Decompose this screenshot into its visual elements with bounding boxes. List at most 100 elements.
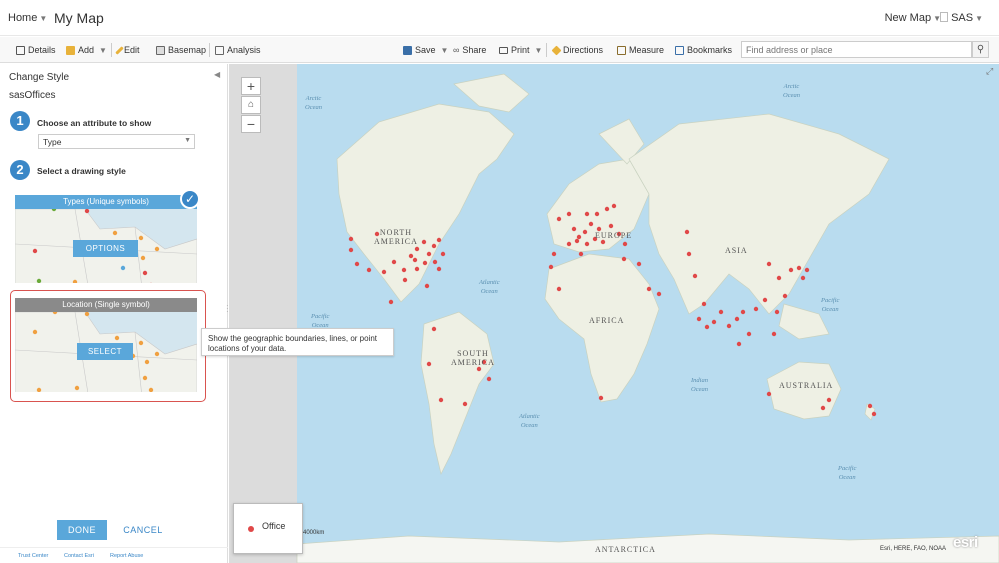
analysis-label: Analysis [227, 45, 261, 55]
label-arctic-ocean-left: Arctic Ocean [305, 95, 322, 111]
options-button[interactable]: OPTIONS [73, 240, 138, 257]
attribute-select[interactable]: Type ▼ [38, 134, 195, 149]
share-button[interactable]: ∞ Share [453, 45, 486, 55]
zoom-in-button[interactable]: + [241, 77, 261, 95]
measure-label: Measure [629, 45, 665, 55]
bookmarks-icon [675, 45, 684, 55]
layer-name: sasOffices [9, 90, 56, 101]
analysis-button[interactable]: Analysis [215, 45, 261, 55]
chevron-down-icon: ▼ [534, 45, 543, 55]
share-icon: ∞ [453, 45, 460, 55]
home-menu[interactable]: Home ▼ [8, 12, 47, 24]
change-style-panel: Change Style ◀ sasOffices 1 Choose an at… [0, 64, 229, 563]
map-legend: Office [233, 503, 303, 554]
top-header: Home ▼ My Map New Map ▼ SAS ▼ [0, 0, 999, 36]
trust-center-link[interactable]: Trust Center [18, 553, 48, 559]
directions-icon [551, 45, 562, 55]
chevron-down-icon: ▼ [184, 137, 191, 144]
add-button[interactable]: Add ▼ [66, 45, 107, 55]
expand-icon[interactable]: ⤢ [986, 66, 993, 77]
new-map-label: New Map [884, 12, 932, 24]
cancel-button[interactable]: CANCEL [120, 520, 166, 540]
done-button[interactable]: DONE [57, 520, 107, 540]
chevron-down-icon: ▼ [99, 45, 107, 55]
zoom-out-button[interactable]: − [241, 115, 261, 133]
save-label: Save [415, 45, 436, 55]
measure-icon [617, 45, 626, 55]
directions-label: Directions [563, 45, 604, 55]
save-button[interactable]: Save ▼ [403, 45, 448, 55]
world-basemap [229, 64, 999, 563]
add-label: Add [78, 45, 95, 55]
contact-esri-link[interactable]: Contact Esri [64, 553, 94, 559]
label-africa: AFRICA [589, 316, 625, 325]
search-icon: ⚲ [976, 44, 985, 55]
label-asia: ASIA [725, 246, 748, 255]
map-title: My Map [54, 10, 104, 26]
map-view[interactable]: Arctic Ocean Arctic Ocean NORTH AMERICA SOU… [229, 64, 999, 563]
step-2-badge: 2 [10, 160, 30, 180]
collapse-panel-icon[interactable]: ◀ [214, 70, 220, 79]
home-label: Home [8, 12, 38, 24]
toolbar-divider [209, 43, 210, 57]
style-tooltip: Show the geographic boundaries, lines, o… [201, 328, 394, 356]
chevron-down-icon: ▼ [975, 14, 983, 23]
measure-button[interactable]: Measure [617, 45, 664, 55]
toolbar: Details Add ▼ Edit Basemap Analysis Save ▼… [0, 37, 999, 63]
details-icon [16, 45, 25, 55]
print-icon [499, 46, 508, 54]
home-extent-button[interactable]: ⌂ [241, 96, 261, 114]
print-label: Print [511, 45, 530, 55]
label-atlantic-ocean-south: Atlantic Ocean [519, 413, 540, 429]
user-menu[interactable]: SAS ▼ [940, 12, 983, 24]
label-indian-ocean: Indian Ocean [691, 377, 708, 393]
bookmarks-label: Bookmarks [687, 45, 733, 55]
basemap-button[interactable]: Basemap [156, 45, 206, 55]
selected-check-icon: ✓ [180, 189, 200, 209]
user-label: SAS [951, 12, 974, 24]
details-button[interactable]: Details [16, 45, 56, 55]
print-button[interactable]: Print ▼ [499, 45, 542, 55]
label-atlantic-ocean-north: Atlantic Ocean [479, 279, 500, 295]
basemap-label: Basemap [168, 45, 207, 55]
label-arctic-ocean-right: Arctic Ocean [783, 83, 800, 99]
save-icon [403, 45, 412, 55]
scale-bar: 4000km [303, 530, 325, 536]
search-input[interactable] [741, 41, 972, 58]
step-1-badge: 1 [10, 111, 30, 131]
share-label: Share [462, 45, 487, 55]
types-style-card[interactable]: Types (Unique symbols) OPTIONS [15, 195, 197, 283]
edit-button[interactable]: Edit [115, 45, 140, 55]
label-australia: AUSTRALIA [779, 381, 834, 390]
location-card-highlight [10, 290, 206, 402]
label-europe: EUROPE [595, 231, 633, 240]
bookmarks-button[interactable]: Bookmarks [675, 45, 732, 55]
esri-logo: esri [953, 534, 978, 551]
pencil-icon [115, 45, 124, 55]
analysis-icon [215, 45, 224, 55]
label-antarctica: ANTARCTICA [595, 545, 656, 554]
label-pacific-ocean-bottom: Pacific Ocean [838, 465, 857, 481]
types-card-title: Types (Unique symbols) [15, 195, 197, 209]
directions-button[interactable]: Directions [551, 45, 604, 55]
search-button[interactable]: ⚲ [972, 41, 989, 58]
attribute-select-value: Type [43, 137, 62, 147]
report-abuse-link[interactable]: Report Abuse [110, 553, 143, 559]
panel-title: Change Style [9, 72, 70, 83]
home-icon: ⌂ [247, 99, 255, 110]
step-1-label: Choose an attribute to show [37, 118, 152, 128]
label-pacific-ocean-right: Pacific Ocean [821, 297, 840, 313]
new-map-menu[interactable]: New Map ▼ [885, 12, 941, 24]
chevron-down-icon: ▼ [440, 45, 449, 55]
panel-footer: Trust Center Contact Esri Report Abuse [0, 547, 228, 563]
user-avatar-icon [940, 12, 949, 22]
basemap-icon [156, 45, 165, 55]
map-attribution: Esri, HERE, FAO, NOAA [880, 546, 947, 552]
edit-label: Edit [124, 45, 140, 55]
legend-office-label: Office [262, 521, 286, 531]
label-north-america: NORTH AMERICA [374, 228, 418, 246]
toolbar-divider [546, 43, 547, 57]
chevron-down-icon: ▼ [39, 14, 48, 23]
toolbar-divider [111, 43, 112, 57]
add-icon [66, 45, 75, 55]
